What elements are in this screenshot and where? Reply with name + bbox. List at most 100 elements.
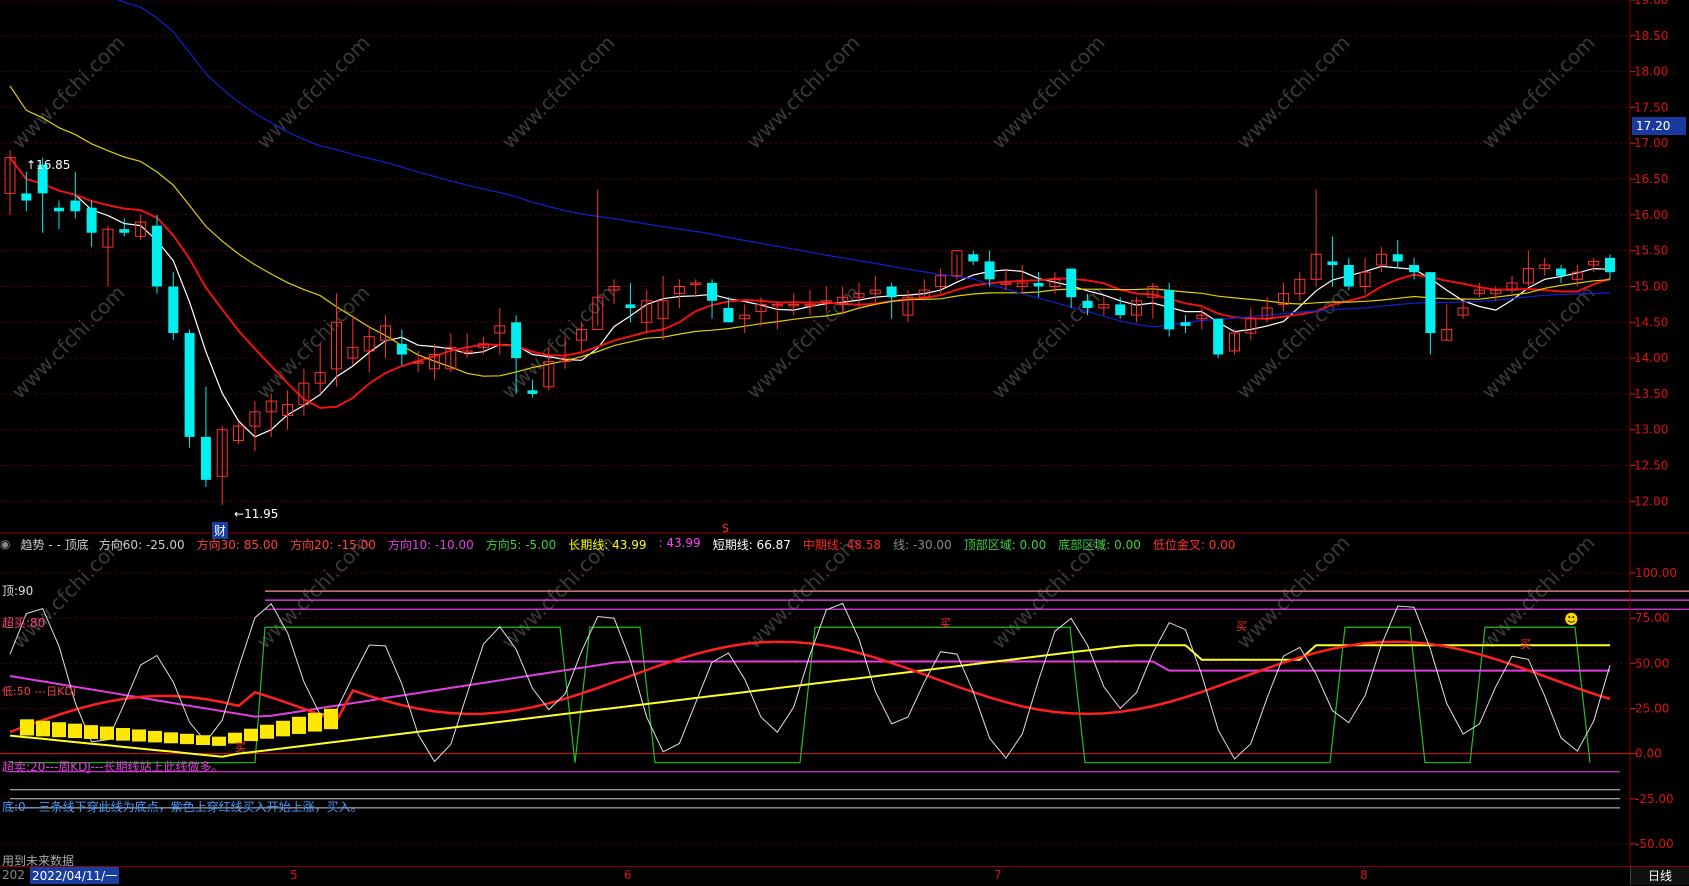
price-tick-label: 13.50 <box>1634 387 1668 401</box>
candle-body-down <box>707 282 718 301</box>
yellow-bar-block <box>164 732 178 744</box>
yellow-bar-block <box>132 729 146 742</box>
indicator-value-1: 方向30: 85.00 <box>196 537 279 552</box>
time-axis-prefix: 202 <box>2 868 25 882</box>
candle-body-down <box>396 343 407 355</box>
yellow-bar-block <box>148 730 162 743</box>
watermark-text: www.cfchi.com <box>7 31 130 154</box>
indicator-tick-label: -50.00 <box>1635 837 1674 851</box>
indicator-header-bar: ◉ 趋势 - - 顶底 方向60: -25.00 方向30: 85.00 方向20:… <box>0 535 1630 553</box>
candle-body-down <box>886 286 897 298</box>
yellow-bar-block <box>308 712 322 732</box>
buy-signal-1: 买 <box>235 741 246 754</box>
buy-signal-2: 买 <box>940 617 951 630</box>
candle-body-down <box>1164 290 1175 330</box>
indicator-title[interactable]: 趋势 - <box>20 536 52 553</box>
yellow-bar-block <box>20 719 34 736</box>
watermark-layer: www.cfchi.com www.cfchi.com www.cfchi.com w… <box>7 31 1600 654</box>
price-tick-label: 16.00 <box>1634 208 1668 222</box>
indicator-value-3: 方向10: -10.00 <box>387 537 474 552</box>
price-tick-label: 16.50 <box>1634 172 1668 186</box>
stock-chart[interactable]: www.cfchi.com www.cfchi.com www.cfchi.com w… <box>0 0 1689 885</box>
candle-body-down <box>1327 261 1338 265</box>
label-top-90: 顶:90 <box>2 584 34 598</box>
price-tick-label: 18.00 <box>1634 65 1668 79</box>
yellow-bar-block <box>196 735 210 745</box>
candle-body-down <box>86 207 97 233</box>
month-label-8: 8 <box>1360 868 1368 882</box>
price-tick-label: 15.00 <box>1634 279 1668 293</box>
indicator-subtitle: - 顶底 <box>56 537 89 552</box>
buy-signal-4: 买 <box>1520 638 1531 651</box>
price-tick-label: 18.50 <box>1634 29 1668 43</box>
indicator-panel <box>0 590 1689 809</box>
price-tick-label: 13.00 <box>1634 423 1668 437</box>
current-price-badge: 17.20 <box>1632 117 1686 135</box>
indicator-value-2: 方向20: -15.00 <box>290 537 376 552</box>
indicator-tick-label: 50.00 <box>1635 656 1669 670</box>
yellow-bar-block <box>36 720 50 737</box>
yellow-bar-block <box>180 733 194 745</box>
indicator-value-9: 线: -30.00 <box>893 537 952 552</box>
candle-body-down <box>1409 265 1420 273</box>
candle-body-down <box>1180 322 1191 326</box>
high-price-annotation: ↑16.85 <box>26 158 71 172</box>
indicator-value-11: 底部区域: 0.00 <box>1058 537 1141 552</box>
candle-body-down <box>1392 254 1403 262</box>
month-label-5: 5 <box>290 868 298 882</box>
indicator-tick-label: 0.00 <box>1635 747 1662 761</box>
candle-body-down <box>968 254 979 262</box>
period-tab-daily[interactable]: 日线 <box>1630 867 1689 885</box>
price-tick-label: 19.00 <box>1634 0 1668 7</box>
indicator-tick-label: 25.00 <box>1635 702 1669 716</box>
candle-body-down <box>1213 318 1224 355</box>
candle-body-down <box>168 286 179 334</box>
month-label-6: 6 <box>624 868 632 882</box>
price-tick-label: 17.00 <box>1634 136 1668 150</box>
candle-body-down <box>1082 300 1093 308</box>
signal-step-line <box>10 626 1591 764</box>
yellow-bar-block <box>100 726 114 740</box>
watermark-text: www.cfchi.com <box>1232 31 1355 154</box>
candle-body-down <box>70 200 81 212</box>
grid-lines <box>0 0 1630 845</box>
indicator-toggle-icon[interactable]: ◉ <box>0 537 10 551</box>
price-tick-label: 15.50 <box>1634 244 1668 258</box>
indicator-tick-label: 75.00 <box>1635 611 1669 625</box>
watermark-text: www.cfchi.com <box>1477 281 1600 404</box>
label-oversold-20: 超卖:20---周KDJ---长期线站上此线做多。 <box>2 760 224 774</box>
candle-body-down <box>1343 265 1354 287</box>
label-bottom-0: 底:0---三条线下穿此线为底点，紫色上穿红线买入开始上涨，买入。 <box>2 800 363 814</box>
indicator-value-4: 方向5: -5.00 <box>485 537 557 552</box>
indicator-tick-label: -25.00 <box>1635 792 1674 806</box>
candle-body-down <box>984 261 995 280</box>
s-marker: S <box>722 522 729 535</box>
indicator-tick-label: 100.00 <box>1635 566 1677 580</box>
indicator-values: 方向60: -25.00 方向30: 85.00 方向20: -15.00 方向10:… <box>99 536 1236 553</box>
candle-body-down <box>21 193 32 201</box>
candle-body-down <box>1115 304 1126 316</box>
low-price-annotation: ←11.95 <box>234 507 279 521</box>
yellow-bar-block <box>84 725 98 739</box>
watermark-text: www.cfchi.com <box>742 281 865 404</box>
candle-body-down <box>1066 268 1077 298</box>
month-label-7: 7 <box>994 868 1002 882</box>
watermark-text: www.cfchi.com <box>742 31 865 154</box>
indicator-value-8: 中期线: 48.58 <box>802 537 882 552</box>
yellow-bar-block <box>68 723 82 739</box>
candle-body-down <box>1605 257 1615 273</box>
candle-body-down <box>1425 272 1436 334</box>
yellow-bar-block <box>292 716 306 734</box>
yellow-bar-block <box>52 722 66 738</box>
price-tick-label: 17.50 <box>1634 100 1668 114</box>
watermark-text: www.cfchi.com <box>252 31 375 154</box>
price-tick-label: 14.50 <box>1634 315 1668 329</box>
candle-body-down <box>53 207 64 212</box>
indicator-value-12: 低位金叉: 0.00 <box>1152 537 1236 552</box>
candle-body-down <box>1556 268 1567 276</box>
cursor-date: 2022/04/11/一 <box>30 867 120 884</box>
candle-body-down <box>184 333 195 437</box>
buy-signal-3: 买 <box>1236 620 1247 633</box>
watermark-text: www.cfchi.com <box>497 31 620 154</box>
candle-body-down <box>119 229 130 233</box>
